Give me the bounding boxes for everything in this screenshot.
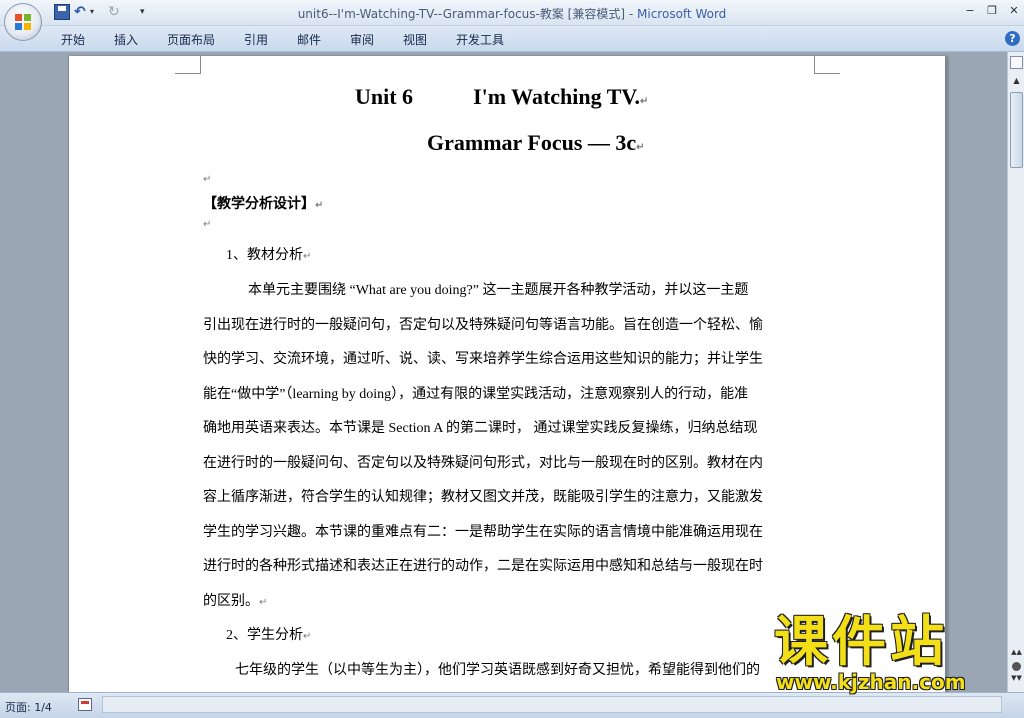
restore-icon[interactable]: ❐ <box>982 2 1002 20</box>
para1-line: 容上循序渐进，符合学生的认知规律；教材又图文并茂，既能吸引学生的注意力，又能激发 <box>203 490 763 505</box>
para1-line: 确地用英语来表达。本节课是 Section A 的第二课时， 通过课堂实践反复操… <box>203 421 758 436</box>
proofing-icon[interactable] <box>78 698 92 711</box>
subheading-1-text: 1、教材分析 <box>226 248 303 263</box>
tab-view[interactable]: 视图 <box>403 31 427 48</box>
empty-paragraph: ↵ <box>203 174 212 185</box>
previous-page-icon[interactable]: ▲▲ <box>1010 648 1023 660</box>
para1-line-text: 的区别。 <box>203 594 259 609</box>
paragraph-mark: ↵ <box>303 251 312 262</box>
scroll-up-arrow-icon[interactable]: ▲ <box>1010 74 1023 88</box>
paragraph-mark: ↵ <box>259 597 268 608</box>
paragraph-mark: ↵ <box>303 631 312 642</box>
tab-insert[interactable]: 插入 <box>114 31 138 48</box>
para1-line: 引出现在进行时的一般疑问句，否定句以及特殊疑问句等语言功能。旨在创造一个轻松、愉 <box>203 318 763 333</box>
para2-line: 七年级的学生（以中等生为主），他们学习英语既感到好奇又担忧，希望能得到他们的 <box>235 663 760 678</box>
ruler-toggle-icon[interactable] <box>1010 56 1023 69</box>
title-separator: - <box>625 7 638 21</box>
ribbon-tabs: 开始 插入 页面布局 引用 邮件 审阅 视图 开发工具 ? <box>0 26 1024 52</box>
empty-paragraph: ↵ <box>203 219 212 230</box>
lesson-title: Grammar Focus — 3c <box>427 130 637 155</box>
vertical-scrollbar[interactable]: ▲ ▲▲ ▼▼ <box>1007 52 1024 692</box>
office-button[interactable] <box>4 3 42 41</box>
scroll-thumb[interactable] <box>1010 92 1023 168</box>
document-page[interactable]: Unit 6 I'm Watching TV.↵ Grammar Focus — … <box>68 56 946 692</box>
office-logo-icon <box>15 14 31 30</box>
select-browse-object-icon[interactable] <box>1012 662 1021 671</box>
unit-label: Unit 6 <box>355 84 414 109</box>
title-line-2: Grammar Focus — 3c↵ <box>427 130 645 156</box>
para1-line: 学生的学习兴趣。本节课的重难点有二：一是帮助学生在实际的语言情境中能准确运用现在 <box>203 525 763 540</box>
para1-line: 在进行时的一般疑问句、否定句以及特殊疑问句形式，对比与一般现在时的区别。教材在内 <box>203 456 763 471</box>
para1-line: 本单元主要围绕 “What are you doing?” 这一主题展开各种教学… <box>248 283 749 298</box>
close-icon[interactable]: ✕ <box>1004 2 1024 20</box>
crop-mark-right <box>814 56 840 74</box>
section-heading-text: 【教学分析设计】 <box>203 196 315 212</box>
document-title: unit6--I'm-Watching-TV--Grammar-focus-教案… <box>297 7 626 21</box>
title-bar: ↶ ▾ ↻ ▾ unit6--I'm-Watching-TV--Grammar-… <box>0 0 1024 26</box>
subheading-1: 1、教材分析↵ <box>226 244 311 264</box>
window-title: unit6--I'm-Watching-TV--Grammar-focus-教案… <box>0 5 1024 22</box>
tab-page-layout[interactable]: 页面布局 <box>167 31 215 48</box>
para1-line: 进行时的各种形式描述和表达正在进行的动作，二是在实际运用中感知和总结与一般现在时 <box>203 559 763 574</box>
watermark-logo: 课件站 www.kjzhan.com <box>760 612 1010 698</box>
help-icon[interactable]: ? <box>1005 31 1020 46</box>
document-area: Unit 6 I'm Watching TV.↵ Grammar Focus — … <box>0 52 1007 692</box>
crop-mark-left <box>175 56 201 74</box>
paragraph-mark: ↵ <box>315 200 324 211</box>
minimize-icon[interactable]: − <box>960 2 980 20</box>
section-heading: 【教学分析设计】↵ <box>203 193 323 213</box>
paragraph-mark: ↵ <box>639 96 649 107</box>
unit-title: I'm Watching TV. <box>473 84 640 109</box>
page-indicator[interactable]: 页面: 1/4 <box>5 699 52 715</box>
watermark-url: www.kjzhan.com <box>776 670 966 694</box>
title-line-1: Unit 6 I'm Watching TV.↵ <box>355 84 648 110</box>
horizontal-scrollbar[interactable] <box>102 696 1002 713</box>
paragraph-mark: ↵ <box>636 142 645 153</box>
subheading-2-text: 2、学生分析 <box>226 628 303 643</box>
tab-home[interactable]: 开始 <box>61 31 85 48</box>
app-name: Microsoft Word <box>637 7 727 21</box>
para1-last-line: 的区别。↵ <box>203 590 267 610</box>
tab-mailings[interactable]: 邮件 <box>297 31 321 48</box>
tab-review[interactable]: 审阅 <box>350 31 374 48</box>
tab-references[interactable]: 引用 <box>244 31 268 48</box>
para1-line: 快的学习、交流环境，通过听、说、读、写来培养学生综合运用这些知识的能力；并让学生 <box>203 352 763 367</box>
tab-developer[interactable]: 开发工具 <box>456 31 504 48</box>
next-page-icon[interactable]: ▼▼ <box>1010 674 1023 686</box>
subheading-2: 2、学生分析↵ <box>226 624 311 644</box>
para1-line: 能在“做中学”（learning by doing），通过有限的课堂实践活动，注… <box>203 387 749 402</box>
watermark-title: 课件站 <box>774 610 948 673</box>
